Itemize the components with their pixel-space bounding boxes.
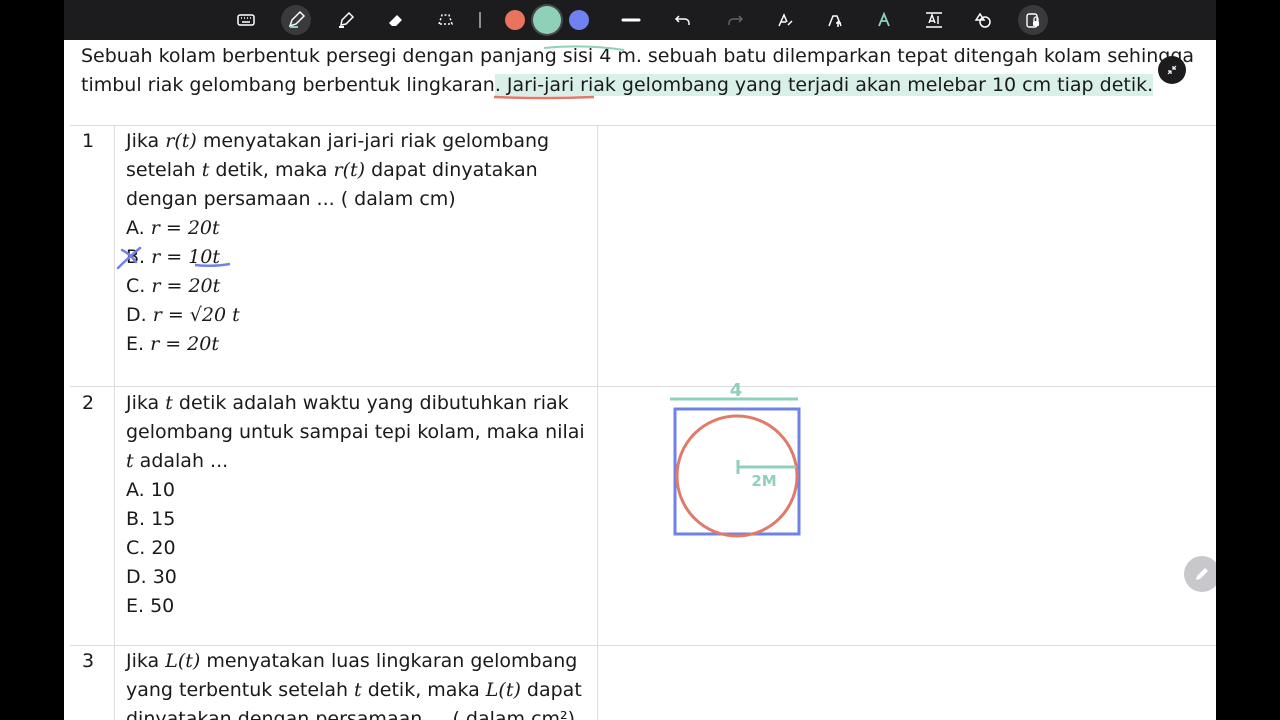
toolbar-separator — [479, 12, 481, 28]
text-style-icon[interactable] — [869, 5, 899, 35]
keyboard-icon[interactable] — [231, 5, 261, 35]
ink-radius-line — [736, 460, 796, 474]
answer-option: C. r = 20t — [126, 275, 221, 297]
ink-circle — [675, 414, 799, 538]
problem-intro: Sebuah kolam berbentuk persegi dengan pa… — [81, 42, 1201, 100]
table-border — [70, 386, 1216, 387]
math-var: L(t) — [485, 679, 521, 701]
scribble-text-icon[interactable] — [820, 5, 850, 35]
answer-option: B. 15 — [126, 508, 176, 530]
math-var: L(t) — [165, 650, 201, 672]
annotation-toolbar — [64, 0, 1216, 40]
pencil-icon[interactable] — [1184, 556, 1216, 592]
math-var: r(t) — [165, 130, 197, 152]
table-border — [114, 126, 115, 720]
question-1: Jika r(t) menyatakan jari-jari riak gelo… — [126, 127, 596, 359]
text-icon[interactable] — [770, 5, 800, 35]
math-var: t — [126, 450, 134, 472]
stroke-width-icon[interactable] — [616, 5, 646, 35]
table-border — [70, 645, 1216, 646]
question-text: detik, maka — [209, 159, 334, 181]
answer-option: E. r = 20t — [126, 333, 219, 355]
math-var: t — [354, 679, 362, 701]
left-letterbox — [0, 0, 64, 720]
answer-option: E. 50 — [126, 595, 175, 617]
question-text: detik adalah waktu yang dibutuhkan riak … — [126, 392, 585, 443]
redo-icon[interactable] — [720, 5, 750, 35]
answer-option: D. 30 — [126, 566, 177, 588]
lasso-icon[interactable] — [430, 5, 460, 35]
color-swatch-blue[interactable] — [569, 10, 589, 30]
answer-option: C. 20 — [126, 537, 176, 559]
right-letterbox — [1216, 0, 1280, 720]
intro-highlighted-text: . Jari-jari riak gelombang yang terjadi … — [494, 74, 1154, 96]
document-page[interactable]: Sebuah kolam berbentuk persegi dengan pa… — [64, 40, 1216, 720]
table-border — [597, 126, 598, 720]
text-box-icon[interactable] — [919, 5, 949, 35]
eraser-icon[interactable] — [380, 5, 410, 35]
pen-icon[interactable] — [281, 5, 311, 35]
question-text: Jika — [126, 130, 166, 152]
highlighter-icon[interactable] — [331, 5, 361, 35]
shape-stamp-icon[interactable] — [968, 5, 998, 35]
undo-icon[interactable] — [668, 5, 698, 35]
answer-option: D. r = √20 t — [126, 304, 240, 326]
ink-side-label: 4 — [730, 380, 743, 401]
color-swatch-teal[interactable] — [533, 6, 561, 34]
collapse-icon[interactable] — [1158, 56, 1186, 84]
answer-option: A. 10 — [126, 479, 175, 501]
lock-page-icon[interactable] — [1018, 5, 1048, 35]
table-border — [70, 125, 1216, 126]
math-var: t — [165, 392, 173, 414]
question-number: 1 — [82, 130, 95, 152]
answer-option: A. r = 20t — [126, 217, 220, 239]
question-text: adalah ... — [133, 450, 229, 472]
question-text: Jika — [126, 650, 166, 672]
question-number: 2 — [82, 392, 95, 414]
ink-square — [673, 407, 801, 536]
answer-option: B. r = 10t — [126, 246, 221, 268]
ink-radius-label: 2M — [751, 472, 776, 490]
question-number: 3 — [82, 650, 95, 672]
math-var: r(t) — [333, 159, 366, 181]
question-2: Jika t detik adalah waktu yang dibutuhka… — [126, 389, 596, 621]
question-text: detik, maka — [361, 679, 486, 701]
color-swatch-red[interactable] — [505, 10, 525, 30]
question-3: Jika L(t) menyatakan luas lingkaran gelo… — [126, 647, 596, 720]
question-text: Jika — [126, 392, 166, 414]
